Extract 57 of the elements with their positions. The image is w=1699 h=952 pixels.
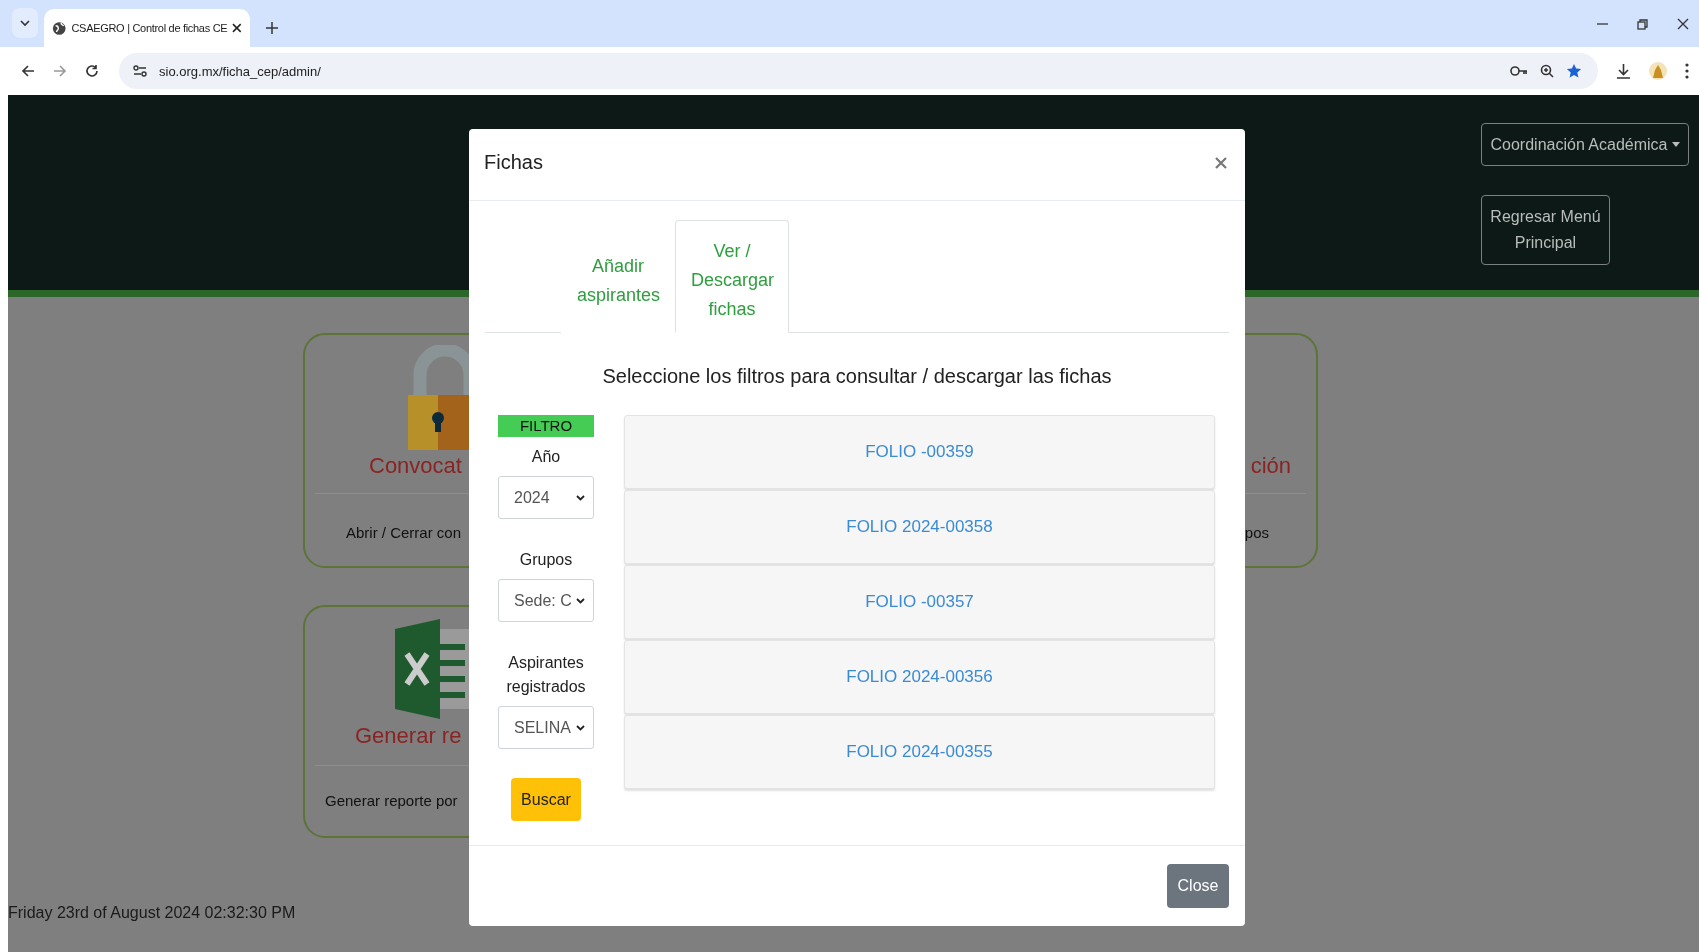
section-heading: Seleccione los filtros para consultar / descargar las fichas (602, 365, 1112, 388)
date-time-text: Friday 23rd of August 2024 02:32:30 PM (8, 904, 297, 922)
select-field[interactable]: Sede: C (498, 579, 594, 622)
folio-list-item[interactable]: FOLIO 2024-00358 (624, 490, 1215, 564)
chevron-icon (20, 19, 30, 27)
star-icon[interactable] (1566, 63, 1582, 79)
site-settings-icon[interactable] (133, 64, 147, 78)
url-text: sio.org.mx/ficha_cep/admin/ (159, 63, 321, 79)
folio-list-item[interactable]: FOLIO -00359 (624, 415, 1215, 489)
profile-avatar-icon[interactable] (1649, 62, 1667, 80)
chevron-icon (576, 494, 585, 501)
download-icon[interactable] (1616, 63, 1631, 79)
field-label: Aspirantes registrados (505, 653, 587, 697)
chevron-icon (576, 724, 585, 731)
field-label: Grupos (519, 550, 573, 570)
folio-link[interactable]: FOLIO 2024-00358 (846, 517, 993, 537)
chevron-icon (576, 597, 585, 604)
card-title: Convocat (369, 453, 462, 479)
folio-list-item[interactable]: FOLIO 2024-00355 (624, 715, 1215, 789)
folio-link[interactable]: FOLIO 2024-00355 (846, 742, 993, 762)
card-title: ción (1250, 453, 1291, 479)
select-field[interactable]: 2024 (498, 476, 594, 519)
folio-link[interactable]: FOLIO -00357 (865, 592, 974, 612)
browser-tab[interactable]: CSAEGRO | Control de fichas CE (44, 9, 250, 47)
back-arrow-icon[interactable] (21, 64, 35, 78)
zoom-icon[interactable] (1540, 64, 1554, 78)
card-description: Generar reporte por (325, 792, 458, 809)
folio-link[interactable]: FOLIO 2024-00356 (846, 667, 993, 687)
reload-icon[interactable] (85, 64, 99, 78)
field-label: Año (531, 447, 561, 467)
folio-link[interactable]: FOLIO -00359 (865, 442, 974, 462)
folio-list-item[interactable]: FOLIO -00357 (624, 565, 1215, 639)
modal-title: Fichas (484, 151, 543, 174)
address-bar[interactable]: sio.org.mx/ficha_cep/admin/ (119, 53, 1598, 89)
card-description: Abrir / Cerrar con (346, 524, 462, 541)
folio-list-item[interactable]: FOLIO 2024-00356 (624, 640, 1215, 714)
card-title: Generar re (355, 723, 462, 749)
menu-icon[interactable] (1685, 63, 1689, 79)
tab-list-button[interactable] (12, 8, 38, 38)
spreadsheet-icon (395, 619, 470, 719)
select-field[interactable]: SELINA (498, 706, 594, 749)
search-button[interactable]: Buscar (511, 778, 581, 821)
new-tab-icon[interactable] (266, 22, 278, 34)
restore-icon[interactable] (1637, 18, 1648, 30)
key-icon[interactable] (1510, 65, 1528, 77)
close-button[interactable]: Close (1167, 864, 1229, 908)
card-description: pos (1244, 524, 1269, 541)
menu-button[interactable]: Regresar Menú Principal (1481, 195, 1610, 265)
caret-icon (1671, 142, 1680, 147)
padlock-icon (408, 345, 469, 450)
close-icon[interactable] (232, 23, 242, 33)
tab[interactable]: Ver / Descargar fichas (675, 220, 789, 333)
tab-title: CSAEGRO | Control de fichas CE (71, 22, 228, 34)
filter-badge: FILTRO (498, 415, 594, 437)
close-icon[interactable] (1677, 18, 1689, 30)
forward-arrow-icon[interactable] (53, 64, 67, 78)
dropdown-button[interactable]: Coordinación Académica (1481, 123, 1689, 166)
